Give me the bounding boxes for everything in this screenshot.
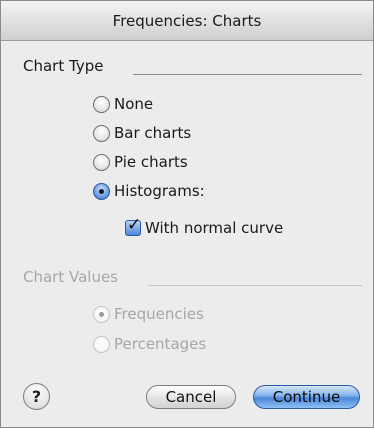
radio-bar-charts[interactable]: Bar charts: [93, 122, 191, 144]
radio-label: Pie charts: [114, 153, 188, 171]
radio-label: Frequencies: [114, 305, 204, 323]
checkbox-label: With normal curve: [145, 219, 284, 237]
radio-histograms[interactable]: Histograms:: [93, 180, 205, 202]
checkbox-checked-icon: ✓: [125, 215, 142, 236]
radio-button-icon: [93, 124, 110, 142]
chart-values-group-label: Chart Values: [23, 268, 118, 286]
chart-values-divider: [148, 285, 362, 286]
dialog-window: Frequencies: Charts Chart Type None Bar …: [0, 0, 374, 428]
radio-label: Percentages: [114, 335, 207, 353]
radio-button-icon: [93, 95, 110, 113]
checkbox-with-normal-curve[interactable]: ✓ With normal curve: [125, 215, 284, 239]
help-button[interactable]: ?: [23, 383, 50, 410]
radio-button-selected-icon: [93, 182, 110, 200]
radio-pie-charts[interactable]: Pie charts: [93, 151, 188, 173]
radio-percentages[interactable]: Percentages: [93, 333, 206, 355]
continue-button[interactable]: Continue: [253, 385, 360, 409]
radio-button-icon: [93, 335, 110, 353]
radio-none[interactable]: None: [93, 93, 153, 115]
cancel-button[interactable]: Cancel: [146, 385, 236, 409]
radio-frequencies[interactable]: Frequencies: [93, 303, 204, 325]
radio-button-icon: [93, 153, 110, 171]
window-title: Frequencies: Charts: [1, 1, 373, 41]
chart-type-group-label: Chart Type: [23, 57, 104, 75]
radio-button-selected-icon: [93, 305, 110, 323]
radio-label: Histograms:: [114, 182, 205, 200]
chart-type-divider: [133, 74, 362, 75]
radio-label: None: [114, 95, 154, 113]
radio-label: Bar charts: [114, 124, 192, 142]
